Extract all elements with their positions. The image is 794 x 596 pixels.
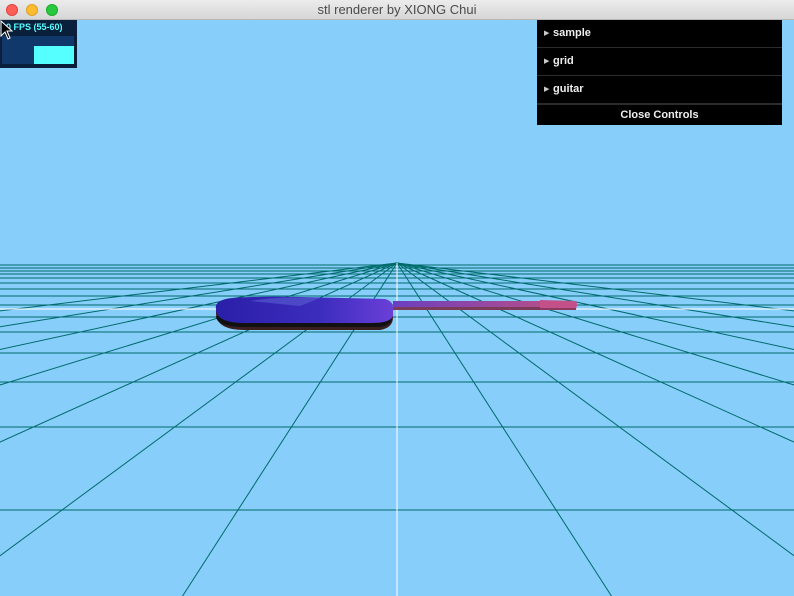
folder-label: sample bbox=[553, 27, 591, 39]
fps-graph bbox=[2, 36, 74, 64]
window-title: stl renderer by XIONG Chui bbox=[317, 2, 477, 17]
folder-label: guitar bbox=[553, 83, 584, 95]
folder-label: grid bbox=[553, 55, 574, 67]
axis-lines bbox=[0, 263, 794, 596]
controls-panel: ▶ sample ▶ grid ▶ guitar Close Controls bbox=[537, 20, 782, 125]
window-title-bar: stl renderer by XIONG Chui bbox=[0, 0, 794, 20]
close-controls-button[interactable]: Close Controls bbox=[537, 104, 782, 125]
folder-guitar[interactable]: ▶ guitar bbox=[537, 76, 782, 104]
guitar-neck-shadow bbox=[393, 307, 543, 310]
mouse-cursor-icon bbox=[0, 20, 14, 40]
fps-graph-bar bbox=[34, 46, 74, 64]
folder-sample[interactable]: ▶ sample bbox=[537, 20, 782, 48]
triangle-right-icon: ▶ bbox=[544, 86, 550, 93]
triangle-right-icon: ▶ bbox=[544, 30, 550, 37]
render-viewport[interactable]: 60 FPS (55-60) ▶ sample ▶ grid ▶ guitar … bbox=[0, 20, 794, 596]
guitar-headstock-shadow bbox=[540, 308, 576, 310]
triangle-right-icon: ▶ bbox=[544, 58, 550, 65]
folder-grid[interactable]: ▶ grid bbox=[537, 48, 782, 76]
